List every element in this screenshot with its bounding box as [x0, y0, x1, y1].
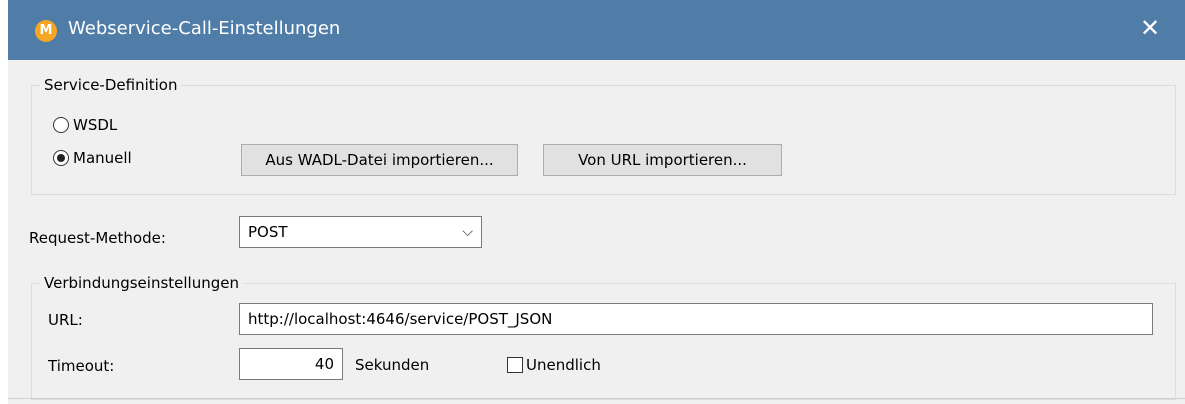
service-definition-group — [31, 85, 1176, 195]
request-method-label: Request-Methode: — [29, 229, 166, 247]
dialog-window: M Webservice-Call-Einstellungen ✕ Servic… — [8, 0, 1185, 404]
unlimited-checkbox-label[interactable]: Unendlich — [526, 355, 601, 375]
import-wadl-button[interactable]: Aus WADL-Datei importieren... — [241, 144, 518, 176]
app-icon: M — [35, 20, 57, 42]
timeout-unit-label: Sekunden — [355, 356, 430, 374]
url-label: URL: — [48, 311, 83, 329]
connection-settings-label: Verbindungseinstellungen — [40, 274, 243, 292]
url-input[interactable]: http://localhost:4646/service/POST_JSON — [239, 303, 1153, 335]
chevron-down-icon[interactable]: ⌵ — [462, 217, 473, 247]
manuell-radio-label[interactable]: Manuell — [73, 148, 132, 168]
request-method-select[interactable]: POST ⌵ — [239, 216, 482, 248]
title-bar[interactable]: M Webservice-Call-Einstellungen ✕ — [8, 0, 1185, 60]
timeout-input[interactable]: 40 — [239, 348, 343, 380]
unlimited-checkbox[interactable] — [507, 357, 523, 373]
manuell-radio[interactable] — [53, 150, 69, 166]
service-definition-label: Service-Definition — [40, 76, 182, 94]
wsdl-radio-label[interactable]: WSDL — [73, 115, 117, 135]
connection-settings-group — [31, 283, 1176, 400]
dialog-title: Webservice-Call-Einstellungen — [68, 18, 341, 39]
divider — [8, 398, 1185, 399]
close-button[interactable]: ✕ — [1135, 13, 1165, 43]
request-method-value: POST — [248, 223, 288, 241]
wsdl-radio[interactable] — [53, 117, 69, 133]
import-url-button[interactable]: Von URL importieren... — [543, 144, 782, 176]
timeout-label: Timeout: — [48, 357, 115, 375]
